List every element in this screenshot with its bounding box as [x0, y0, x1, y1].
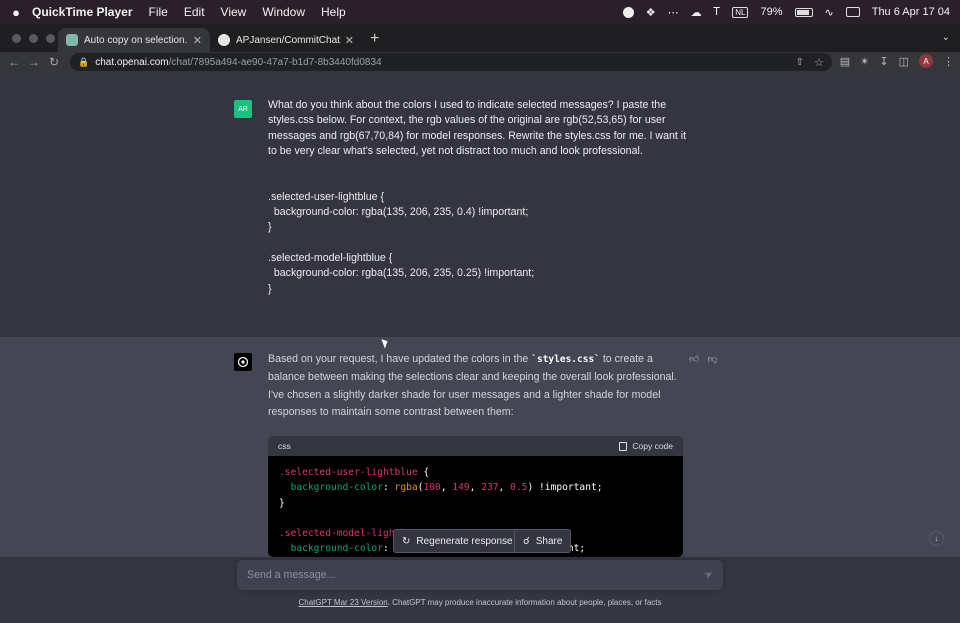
bluetooth-icon[interactable]: Ꭲ	[714, 6, 721, 19]
menu-window[interactable]: Window	[262, 5, 305, 19]
share-page-icon[interactable]: ⇧	[796, 57, 804, 68]
thumbs-up-icon[interactable]: 👍︎	[689, 353, 699, 365]
feedback-buttons: 👍︎ 👎︎	[689, 353, 718, 365]
document-extension-icon[interactable]: ▤	[840, 55, 850, 68]
chatgpt-favicon-icon	[66, 34, 78, 46]
code-brace: }	[279, 497, 285, 509]
url-path: /chat/7895a494-ae90-47a7-b1d7-8b3440fd08…	[168, 56, 382, 68]
lock-icon[interactable]: 🔒	[78, 57, 89, 68]
forward-arrow-icon[interactable]: →	[24, 55, 44, 69]
new-tab-plus-icon[interactable]: +	[370, 30, 379, 48]
menu-file[interactable]: File	[149, 5, 168, 19]
record-icon[interactable]	[622, 6, 634, 18]
code-number: 0.5	[510, 482, 528, 494]
tab-title: APJansen/CommitChat: Easily	[236, 34, 341, 46]
model-text-part1: Based on your request, I have updated th…	[268, 353, 532, 365]
copy-code-label: Copy code	[632, 441, 673, 451]
inline-code: `styles.css`	[531, 354, 600, 365]
refresh-icon: ↻	[402, 535, 411, 547]
code-selector: .selected-user-lightblue	[279, 467, 418, 478]
status-area: ❖ ⋯ ☁ Ꭲ NL 79% ∿ Thu 6 Apr 17 04	[622, 0, 950, 24]
more-icon[interactable]: ⋯	[668, 6, 679, 19]
menu-view[interactable]: View	[221, 5, 247, 19]
toolbar-icons: ▤ ✴ ↧ ◫ A ⋮	[840, 54, 954, 68]
url-host: chat.openai.com	[95, 56, 169, 68]
chat-content: AR What do you think about the colors I …	[0, 72, 960, 623]
minimize-window-button[interactable]	[29, 34, 38, 43]
maximize-window-button[interactable]	[46, 34, 55, 43]
model-message-text: Based on your request, I have updated th…	[268, 351, 688, 422]
tab-search-chevron-icon[interactable]: ⌄	[942, 32, 950, 43]
menu-edit[interactable]: Edit	[184, 5, 205, 19]
address-bar[interactable]: 🔒 chat.openai.com/chat/7895a494-ae90-47a…	[70, 53, 832, 71]
copy-code-button[interactable]: Copy code	[619, 441, 673, 451]
code-selector: .selected-model-lightb	[279, 528, 407, 540]
share-icon: ☌	[523, 535, 530, 547]
close-window-button[interactable]	[12, 34, 21, 43]
dropbox-icon[interactable]: ❖	[646, 6, 656, 19]
window-controls	[12, 34, 55, 43]
code-number: 237	[481, 482, 499, 494]
user-message-text: What do you think about the colors I use…	[268, 99, 687, 295]
share-button[interactable]: ☌ Share	[514, 529, 572, 553]
tab-github[interactable]: APJansen/CommitChat: Easily ✕	[210, 28, 362, 52]
battery-percent: 79%	[760, 6, 783, 18]
message-placeholder: Send a message...	[247, 569, 336, 581]
clipboard-icon	[619, 441, 628, 451]
apple-menu-icon[interactable]: ●	[0, 5, 32, 20]
profile-avatar[interactable]: A	[919, 54, 933, 68]
tab-strip: Auto copy on selection. ✕ APJansen/Commi…	[0, 24, 960, 52]
code-language: css	[278, 441, 291, 451]
clock[interactable]: Thu 6 Apr 17 04	[872, 6, 950, 18]
code-important: !important;	[533, 482, 603, 494]
macos-menubar: ● QuickTime Player File Edit View Window…	[0, 0, 960, 24]
code-brace: {	[417, 467, 430, 478]
code-function: rgba	[394, 482, 418, 494]
tab-close-icon[interactable]: ✕	[193, 34, 202, 47]
battery-icon[interactable]	[794, 7, 813, 17]
code-property: background-color	[290, 482, 383, 494]
code-colon: :	[382, 482, 395, 494]
app-menu[interactable]: QuickTime Player	[32, 5, 133, 19]
disclaimer-text: . ChatGPT may produce inaccurate informa…	[387, 598, 662, 607]
message-input[interactable]: Send a message... ➤	[237, 560, 723, 590]
github-icon	[218, 34, 230, 46]
bookmark-star-icon[interactable]: ☆	[814, 56, 824, 69]
download-icon[interactable]: ↧	[879, 55, 888, 68]
chatgpt-logo-icon	[234, 353, 252, 371]
tab-close-icon[interactable]: ✕	[345, 34, 354, 47]
code-number: 149	[452, 482, 470, 494]
browser-toolbar: ← → ↻ 🔒 chat.openai.com/chat/7895a494-ae…	[0, 52, 960, 72]
reload-icon[interactable]: ↻	[44, 55, 64, 69]
wifi-icon[interactable]: ∿	[825, 6, 834, 19]
scroll-to-bottom-icon[interactable]: ↓	[929, 531, 944, 546]
side-panel-icon[interactable]: ◫	[899, 55, 909, 68]
control-center-icon[interactable]	[845, 7, 860, 17]
code-property: background-color	[290, 543, 383, 555]
code-header: css Copy code	[268, 436, 683, 456]
cloud-icon[interactable]: ☁	[691, 6, 702, 19]
tab-chatgpt[interactable]: Auto copy on selection. ✕	[58, 28, 210, 52]
regenerate-response-button[interactable]: ↻ Regenerate response	[393, 529, 522, 553]
regenerate-label: Regenerate response	[416, 535, 513, 547]
tab-title: Auto copy on selection.	[84, 34, 188, 46]
version-link[interactable]: ChatGPT Mar 23 Version	[298, 598, 387, 607]
thumbs-down-icon[interactable]: 👎︎	[707, 353, 717, 365]
share-label: Share	[535, 535, 563, 547]
extensions-puzzle-icon[interactable]: ✴	[860, 55, 869, 68]
code-number: 100	[423, 482, 441, 494]
input-source-icon[interactable]: NL	[732, 6, 749, 18]
user-avatar: AR	[234, 100, 252, 118]
footer-disclaimer: ChatGPT Mar 23 Version. ChatGPT may prod…	[0, 598, 960, 607]
back-arrow-icon[interactable]: ←	[4, 55, 24, 69]
send-icon[interactable]: ➤	[701, 567, 716, 582]
browser-menu-icon[interactable]: ⋮	[943, 55, 954, 68]
menu-help[interactable]: Help	[321, 5, 346, 19]
